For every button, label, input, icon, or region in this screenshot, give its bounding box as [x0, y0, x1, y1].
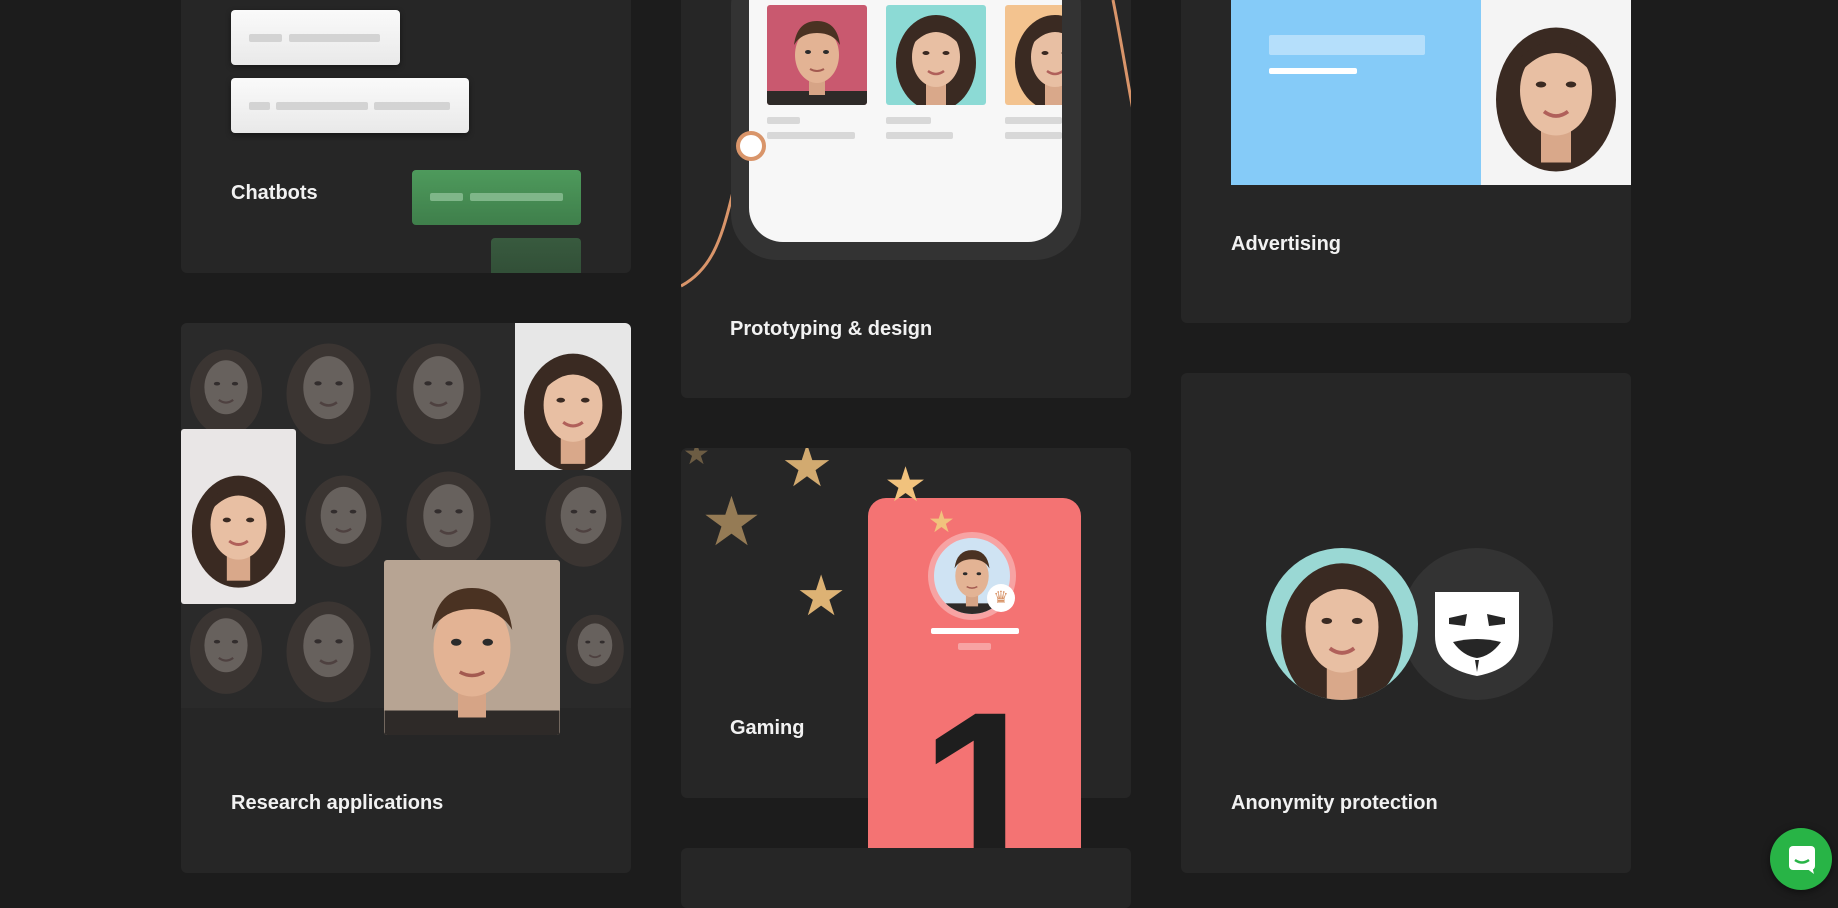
card-anonymity[interactable]: Anonymity protection	[1181, 373, 1631, 873]
card-research[interactable]: Research applications	[181, 323, 631, 873]
leaderboard-card: ♛ 1	[868, 498, 1081, 878]
star-icon: ★	[781, 448, 833, 499]
profile-thumb-2	[886, 5, 986, 105]
star-icon: ★	[701, 484, 762, 560]
mask-avatar	[1401, 548, 1553, 700]
trophy-icon: ♛	[987, 584, 1015, 612]
chat-reply-button	[412, 170, 581, 225]
card-title-advertising: Advertising	[1231, 233, 1342, 255]
card-title-research: Research applications	[231, 792, 444, 814]
chat-bubble-incoming-long	[231, 78, 469, 133]
ad-portrait	[1481, 0, 1631, 185]
phone-mockup	[731, 0, 1081, 260]
user-avatar	[1266, 548, 1418, 700]
research-portrait-left	[181, 429, 296, 604]
chat-reply-button-faded	[491, 238, 581, 273]
ad-banner	[1231, 0, 1631, 185]
connector-dot	[736, 131, 766, 161]
card-title-gaming: Gaming	[730, 717, 805, 739]
anonymous-mask-icon	[1435, 592, 1519, 676]
card-title-prototyping: Prototyping & design	[730, 318, 933, 340]
profile-thumb-1	[767, 5, 867, 105]
card-chatbots[interactable]: Chatbots	[181, 0, 631, 273]
profile-thumb-3	[1005, 5, 1062, 105]
card-partial[interactable]	[681, 848, 1131, 908]
research-portrait-center	[384, 560, 560, 735]
star-icon: ★	[884, 459, 928, 512]
research-portrait-top-right	[515, 323, 631, 470]
chat-widget-button[interactable]	[1770, 828, 1832, 890]
star-icon: ★	[796, 564, 847, 627]
card-advertising[interactable]: Advertising	[1181, 0, 1631, 323]
star-icon: ★	[683, 448, 710, 471]
chat-bubble-incoming	[231, 10, 400, 65]
card-title-anonymity: Anonymity protection	[1231, 792, 1438, 814]
star-icon: ★	[928, 506, 955, 539]
phone-screen	[749, 0, 1062, 242]
chat-bubble-icon	[1789, 846, 1815, 874]
card-title-chatbots: Chatbots	[231, 182, 318, 204]
